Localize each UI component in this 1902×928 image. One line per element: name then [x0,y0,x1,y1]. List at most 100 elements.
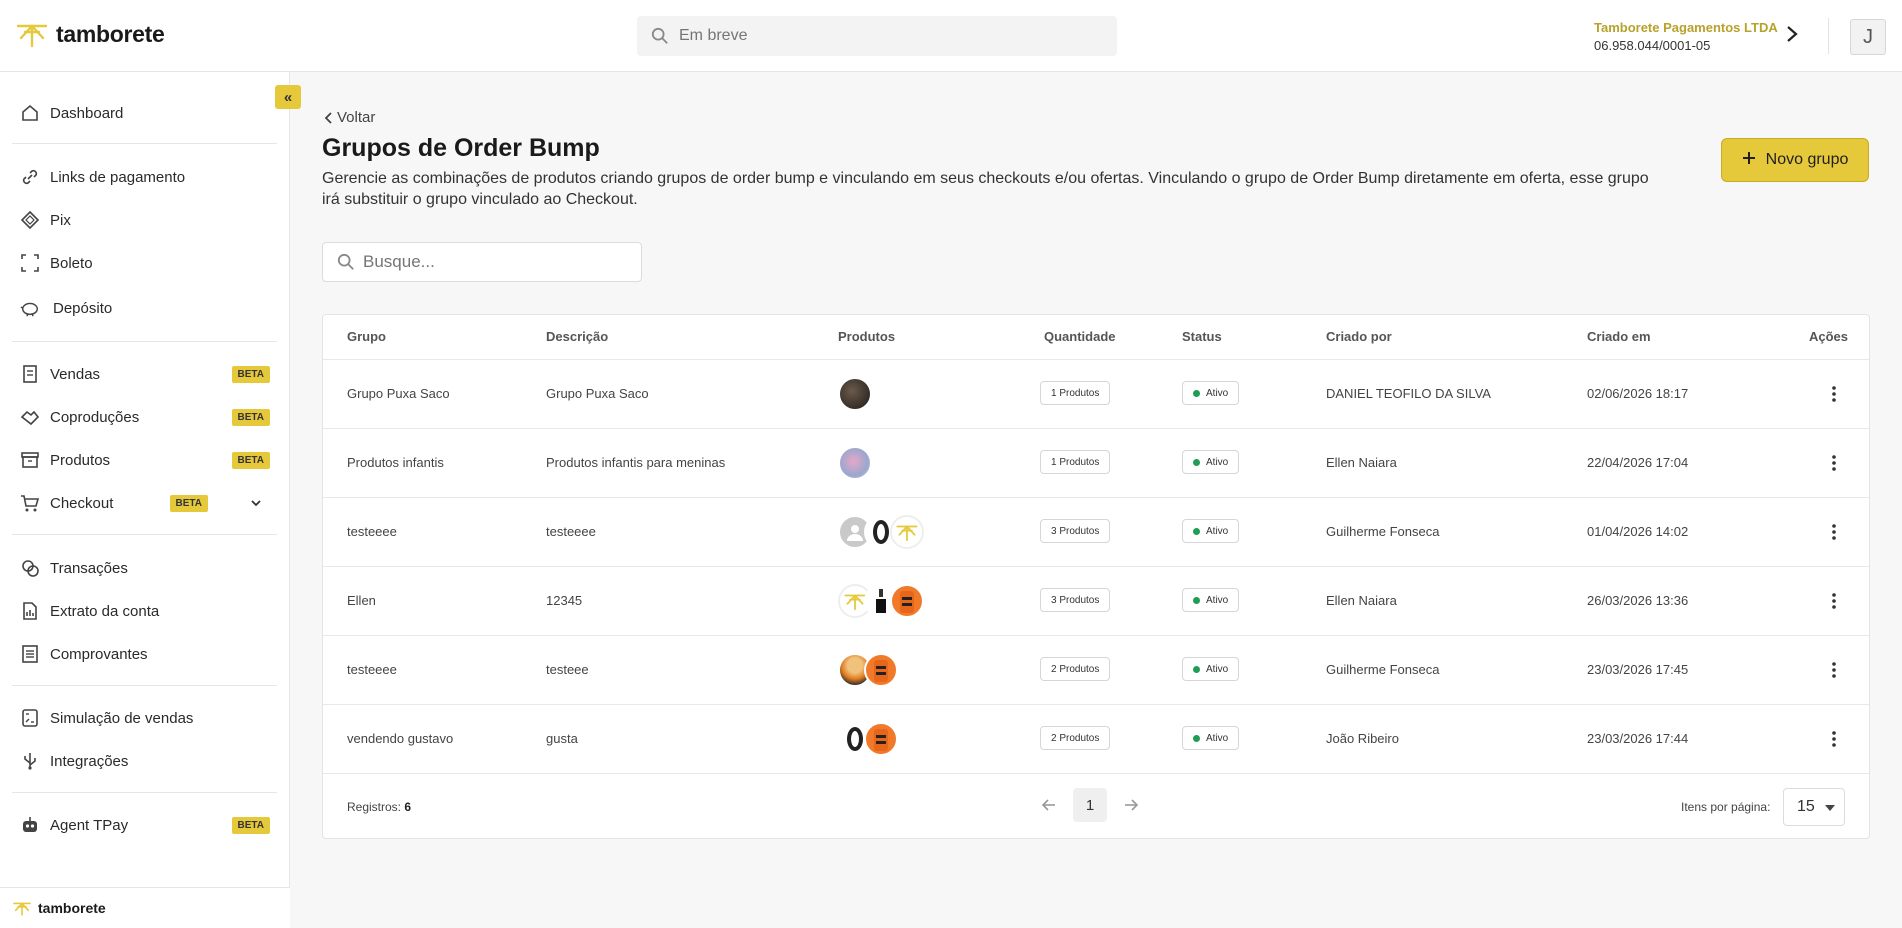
table-row[interactable]: vendendo gustavo gusta 2 Produtos Ativo … [323,704,1869,773]
status-label: Ativo [1206,663,1229,675]
cell-criado-em: 01/04/2026 14:02 [1587,524,1689,539]
table-row[interactable]: testeeee testeeee 3 Produtos Ativo Guilh… [323,497,1869,566]
status-label: Ativo [1206,456,1229,468]
new-group-button[interactable]: Novo grupo [1721,138,1869,182]
sidebar-item-integracoes[interactable]: Integrações [20,746,270,776]
more-vertical-icon[interactable] [1824,453,1844,473]
chevron-left-icon [324,111,332,124]
sidebar-item-checkout[interactable]: Checkout BETA [20,488,270,518]
sidebar-item-simulacao[interactable]: Simulação de vendas [20,703,270,733]
beta-badge: BETA [169,494,208,512]
quantity-badge: 3 Produtos [1040,519,1111,543]
page-title: Grupos de Order Bump [322,134,600,162]
global-search-input[interactable] [679,27,1079,45]
quantity-badge: 2 Produtos [1040,657,1111,681]
chevron-down-icon[interactable] [250,496,262,513]
collapse-sidebar-button[interactable]: « [275,85,301,109]
arrow-left-icon[interactable] [1039,795,1059,815]
handshake-icon [20,407,40,427]
sidebar-item-deposito[interactable]: Depósito [20,293,270,323]
table-row[interactable]: Ellen 12345 3 Produtos Ativo Ellen Naiar… [323,566,1869,635]
sidebar-item-boleto[interactable]: Boleto [20,248,270,278]
sidebar-item-dashboard[interactable]: Dashboard [20,98,270,128]
cell-grupo: testeeee [347,662,397,677]
status-badge: Ativo [1182,588,1240,612]
more-vertical-icon[interactable] [1824,522,1844,542]
chevron-right-icon[interactable] [1785,24,1799,49]
back-link[interactable]: Voltar [323,109,375,126]
more-vertical-icon[interactable] [1824,660,1844,680]
sidebar-item-label: Integrações [50,752,129,770]
groups-search-input[interactable] [363,252,633,272]
footer-brand: tamborete [12,900,106,916]
status-dot [1193,458,1200,466]
search-icon [651,27,668,44]
sidebar-item-coproducoes[interactable]: Coproduções BETA [20,402,270,432]
sidebar-item-transacoes[interactable]: Transações [20,553,270,583]
divider [12,534,277,535]
cell-criado-por: Ellen Naiara [1326,593,1397,608]
per-page-label: Itens por página: [1681,800,1771,814]
table-row[interactable]: Grupo Puxa Saco Grupo Puxa Saco 1 Produt… [323,359,1869,428]
product-thumbnails [838,446,872,480]
product-thumbnail [838,446,872,480]
company-name: Tamborete Pagamentos LTDA [1594,20,1778,35]
global-search[interactable] [637,16,1117,56]
footer-brand-name: tamborete [38,900,106,916]
company-switcher[interactable]: Tamborete Pagamentos LTDA 06.958.044/000… [1594,20,1778,53]
usb-icon [20,751,40,771]
cell-criado-em: 23/03/2026 17:45 [1587,662,1689,677]
cell-criado-em: 02/06/2026 18:17 [1587,386,1689,401]
table-row[interactable]: testeeee testeee 2 Produtos Ativo Guilhe… [323,635,1869,704]
quantity-badge: 1 Produtos [1040,381,1111,405]
table-row[interactable]: Produtos infantis Produtos infantis para… [323,428,1869,497]
divider [12,143,277,144]
sidebar-item-pix[interactable]: Pix [20,205,270,235]
column-header: Descrição [546,329,609,344]
orange-can-thumbnail [864,722,898,756]
cell-grupo: testeeee [347,524,397,539]
status-dot [1193,734,1200,742]
per-page-select[interactable]: 15 [1783,788,1845,826]
sidebar-item-links[interactable]: Links de pagamento [20,162,270,192]
status-dot [1193,596,1200,604]
per-page-value: 15 [1797,798,1815,815]
sidebar-item-label: Dashboard [50,104,124,122]
home-icon [20,103,40,123]
tamborete-logo-icon [16,24,48,48]
search-icon [337,253,354,270]
tamborete-logo-icon [890,515,924,549]
product-thumbnails [838,515,924,549]
sidebar-item-extrato[interactable]: Extrato da conta [20,596,270,626]
column-header: Criado por [1326,329,1392,344]
sidebar-item-comprovantes[interactable]: Comprovantes [20,639,270,669]
archive-icon [20,450,40,470]
more-vertical-icon[interactable] [1824,591,1844,611]
sidebar-item-vendas[interactable]: Vendas BETA [20,359,270,389]
sidebar-item-label: Coproduções [50,408,140,426]
cell-criado-por: Ellen Naiara [1326,455,1397,470]
groups-table: Grupo Descrição Produtos Quantidade Stat… [322,314,1870,839]
groups-search[interactable] [322,242,642,282]
beta-badge: BETA [231,408,270,426]
brand-logo[interactable]: tamborete [16,20,165,48]
brand-name: tamborete [56,20,165,47]
user-avatar[interactable]: J [1850,19,1886,55]
column-header: Quantidade [1044,329,1116,344]
page-description: Gerencie as combinações de produtos cria… [322,170,1649,208]
current-page[interactable]: 1 [1073,788,1107,822]
cell-grupo: Produtos infantis [347,455,444,470]
more-vertical-icon[interactable] [1824,384,1844,404]
more-vertical-icon[interactable] [1824,729,1844,749]
orange-can-thumbnail [864,653,898,687]
cell-descricao: gusta [546,731,578,746]
sidebar-item-produtos[interactable]: Produtos BETA [20,445,270,475]
new-group-label: Novo grupo [1765,151,1849,168]
status-badge: Ativo [1182,450,1240,474]
column-header: Status [1182,329,1222,344]
arrow-right-icon[interactable] [1121,795,1141,815]
status-badge: Ativo [1182,381,1240,405]
sidebar-item-agent-tpay[interactable]: Agent TPay BETA [20,810,270,840]
status-badge: Ativo [1182,726,1240,750]
sidebar-item-label: Agent TPay [50,816,129,834]
